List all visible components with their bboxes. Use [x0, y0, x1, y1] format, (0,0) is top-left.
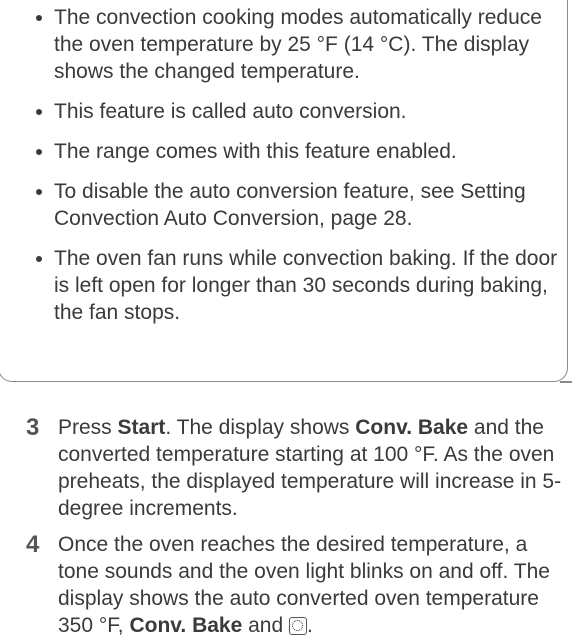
bullet-item: This feature is called auto conversion. [36, 98, 566, 125]
bullet-text: The oven fan runs while convection bakin… [54, 247, 558, 324]
step-3: 3 Press Start. The display shows Conv. B… [26, 414, 566, 522]
step-number: 4 [26, 531, 40, 558]
step-4: 4 Once the oven reaches the desired temp… [26, 531, 566, 639]
bullet-dot [36, 256, 42, 262]
bullet-dot [36, 189, 42, 195]
bullet-text: The range comes with this feature enable… [54, 140, 457, 163]
conv-bake-label: Conv. Bake [129, 614, 243, 637]
bullet-dot [36, 109, 42, 115]
bullet-text: To disable the auto conversion feature, … [54, 180, 526, 230]
convection-fan-icon [289, 617, 307, 635]
bullet-dot [36, 15, 42, 21]
step-number: 3 [26, 414, 40, 441]
step-text-part: Press [58, 416, 118, 439]
bullet-item: The oven fan runs while convection bakin… [36, 245, 566, 326]
bullet-text: This feature is called auto conversion. [54, 100, 407, 123]
step-text-part: . The display shows [165, 416, 356, 439]
bullet-item: The convection cooking modes automatical… [36, 4, 566, 85]
bullet-text: The convection cooking modes automatical… [54, 6, 542, 83]
bullet-item: The range comes with this feature enable… [36, 138, 566, 165]
bullet-item: To disable the auto conversion feature, … [36, 178, 566, 232]
step-text: Once the oven reaches the desired temper… [58, 531, 566, 639]
step-text: Press Start. The display shows Conv. Bak… [58, 414, 566, 522]
note-bullet-list: The convection cooking modes automatical… [36, 4, 566, 339]
bullet-dot [36, 149, 42, 155]
start-key-label: Start [117, 416, 166, 439]
step-text-part: and [242, 614, 289, 637]
conv-bake-label: Conv. Bake [355, 416, 469, 439]
step-text-part: . [307, 614, 313, 637]
